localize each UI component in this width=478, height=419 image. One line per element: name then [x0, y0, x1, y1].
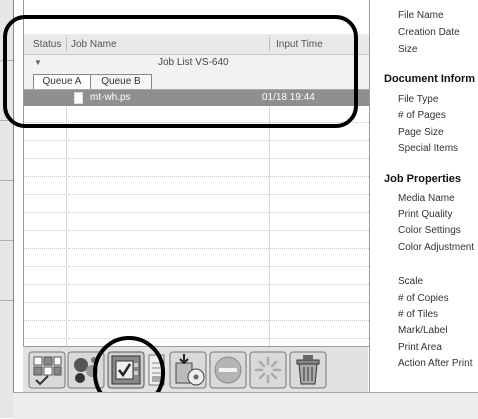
prop-print-area: Print Area	[398, 342, 442, 353]
prop-scale: Scale	[398, 276, 424, 287]
trash-icon[interactable]	[289, 351, 327, 389]
toolbar	[23, 346, 368, 393]
document-information-heading: Document Inform	[384, 73, 476, 85]
prop-mark-label: Mark/Label	[398, 325, 448, 336]
prop-page-size: Page Size	[398, 127, 444, 138]
prop-print-quality: Print Quality	[398, 209, 453, 220]
prop-color-settings: Color Settings	[398, 225, 461, 236]
prop-media-name: Media Name	[398, 193, 455, 204]
prop-copies: # of Copies	[398, 293, 449, 304]
highlight-callout	[3, 15, 358, 128]
prop-file-type: File Type	[398, 94, 439, 105]
properties-panel: File Name Creation Date Size Document In…	[369, 0, 478, 392]
job-properties-heading: Job Properties	[384, 173, 462, 185]
stop-icon[interactable]	[209, 351, 247, 389]
prop-tiles: # of Tiles	[398, 309, 439, 320]
prop-pages: # of Pages	[398, 110, 446, 121]
status-bar	[13, 392, 478, 419]
prop-action-after-print: Action After Print	[398, 358, 473, 369]
save-disk-icon[interactable]	[169, 351, 207, 389]
spinner-icon[interactable]	[249, 351, 287, 389]
prop-file-name: File Name	[398, 10, 444, 21]
tab-queue-a[interactable]: Queue A	[33, 74, 91, 89]
prop-creation-date: Creation Date	[398, 27, 460, 38]
queue-view-icon[interactable]	[28, 351, 66, 389]
prop-size: Size	[398, 44, 418, 55]
prop-special-items: Special Items	[398, 143, 459, 154]
prop-color-adjustment: Color Adjustment	[398, 242, 475, 253]
